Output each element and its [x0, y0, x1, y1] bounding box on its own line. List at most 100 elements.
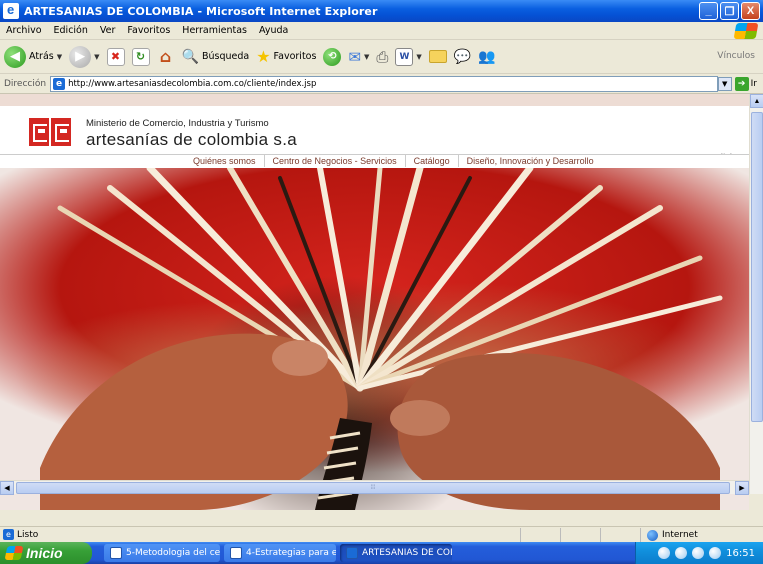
go-label: Ir: [750, 78, 757, 89]
taskbar: Inicio 5-Metodologia del ce... 4-Estrate…: [0, 542, 763, 564]
back-label: Atrás: [29, 51, 54, 62]
messenger-button[interactable]: 👥: [478, 49, 495, 65]
menu-bar: Archivo Edición Ver Favoritos Herramient…: [0, 22, 763, 40]
maximize-button[interactable]: ❐: [720, 2, 739, 20]
horizontal-scroll-thumb[interactable]: ⁞⁞⁞: [16, 482, 730, 494]
task-label: 5-Metodologia del ce...: [126, 548, 220, 558]
logo-mark-left: [29, 118, 49, 146]
back-button[interactable]: ◀ Atrás ▼: [4, 45, 62, 68]
left-thumb: [272, 340, 328, 376]
top-strip: [0, 94, 749, 106]
horizontal-scrollbar[interactable]: ◀ ⁞⁞⁞ ▶: [0, 480, 749, 495]
forward-button[interactable]: ▶ ▼: [69, 45, 100, 68]
mail-icon: ✉: [348, 47, 362, 66]
tray-help-icon[interactable]: [692, 547, 705, 559]
mail-button[interactable]: ✉ ▼: [348, 48, 369, 66]
history-icon: ⟲: [323, 47, 342, 66]
toolbar: ◀ Atrás ▼ ▶ ▼ ✖ ↻ ⌂ 🔍 Búsqueda ★ Favorit…: [0, 40, 763, 74]
window-title: ARTESANIAS DE COLOMBIA - Microsoft Inter…: [24, 4, 378, 18]
forward-arrow-icon: ▶: [69, 45, 92, 68]
menu-favoritos[interactable]: Favoritos: [121, 25, 176, 36]
minimize-button[interactable]: _: [699, 2, 718, 20]
address-url: http://www.artesaniasdecolombia.com.co/c…: [68, 78, 317, 89]
go-button[interactable]: ➔ Ir: [734, 76, 757, 91]
home-icon: ⌂: [159, 47, 172, 66]
close-button[interactable]: X: [741, 2, 760, 20]
menu-edicion[interactable]: Edición: [48, 25, 94, 36]
favorites-button[interactable]: ★ Favoritos: [256, 47, 316, 66]
tray-media-icon[interactable]: [675, 547, 688, 559]
clock[interactable]: 16:51: [726, 548, 755, 559]
status-divider: [600, 528, 601, 542]
site-header: Ministerio de Comercio, Industria y Turi…: [0, 106, 749, 163]
folder-icon: [428, 50, 447, 63]
system-tray: 16:51: [635, 542, 763, 564]
search-button[interactable]: 🔍 Búsqueda: [182, 49, 250, 65]
globe-icon: [647, 529, 658, 541]
nav-centro-negocios[interactable]: Centro de Negocios - Servicios: [265, 155, 406, 167]
print-icon: ⎙: [376, 47, 389, 66]
task-metodologia[interactable]: 5-Metodologia del ce...: [104, 544, 220, 562]
forward-dropdown-icon[interactable]: ▼: [94, 53, 99, 61]
word-doc-icon: [110, 547, 122, 559]
nav-diseno[interactable]: Diseño, Innovación y Desarrollo: [459, 155, 602, 167]
links-label[interactable]: Vínculos: [717, 51, 755, 61]
vertical-scrollbar[interactable]: ▲ ▼: [749, 94, 763, 510]
window-controls: _ ❐ X: [699, 2, 760, 20]
messenger-icon: 👥: [478, 48, 496, 65]
status-text: Listo: [17, 529, 39, 540]
back-dropdown-icon[interactable]: ▼: [57, 53, 62, 61]
status-bar: e Listo Internet: [0, 526, 763, 542]
address-input[interactable]: e http://www.artesaniasdecolombia.com.co…: [50, 75, 718, 92]
stop-button[interactable]: ✖: [106, 47, 125, 66]
history-button[interactable]: ⟲: [323, 47, 342, 66]
stop-icon: ✖: [106, 47, 125, 66]
discuss-button[interactable]: 💬: [454, 49, 471, 65]
logo-mark-right: [51, 118, 71, 146]
mail-dropdown-icon[interactable]: ▼: [364, 53, 369, 61]
search-label: Búsqueda: [201, 51, 250, 62]
back-arrow-icon: ◀: [4, 45, 26, 68]
address-label: Dirección: [4, 78, 47, 89]
weaving-hands-illustration: [40, 168, 723, 510]
site-nav: Quiénes somos Centro de Negocios - Servi…: [0, 154, 749, 168]
address-dropdown-icon[interactable]: ▼: [717, 76, 732, 91]
nav-quienes-somos[interactable]: Quiénes somos: [185, 155, 265, 167]
page-viewport: Ministerio de Comercio, Industria y Turi…: [0, 94, 749, 510]
hero-image: [0, 168, 749, 510]
edit-dropdown-icon[interactable]: ▼: [416, 53, 421, 61]
edit-button[interactable]: W ▼: [395, 47, 422, 66]
artesanias-logo[interactable]: [29, 118, 71, 146]
tray-network-icon[interactable]: [658, 547, 671, 559]
status-divider: [560, 528, 561, 542]
scroll-left-icon[interactable]: ◀: [0, 481, 14, 495]
scroll-up-icon[interactable]: ▲: [750, 94, 763, 108]
address-bar: Dirección e http://www.artesaniasdecolom…: [0, 74, 763, 94]
ie-task-icon: [346, 547, 358, 559]
print-button[interactable]: ⎙: [376, 48, 388, 66]
ie-icon: [3, 2, 19, 19]
menu-archivo[interactable]: Archivo: [0, 25, 48, 36]
brand-title: artesanías de colombia s.a: [86, 130, 297, 149]
star-icon: ★: [256, 47, 271, 66]
refresh-icon: ↻: [131, 47, 150, 66]
nav-catalogo[interactable]: Catálogo: [406, 155, 459, 167]
discuss-icon: 💬: [453, 48, 472, 65]
vertical-scroll-thumb[interactable]: [751, 112, 763, 422]
scroll-right-icon[interactable]: ▶: [735, 481, 749, 495]
ministry-text: Ministerio de Comercio, Industria y Turi…: [86, 118, 269, 129]
search-icon: 🔍: [181, 48, 199, 65]
task-label: ARTESANIAS DE COL...: [362, 548, 452, 558]
start-button[interactable]: Inicio: [0, 542, 92, 564]
menu-ver[interactable]: Ver: [94, 25, 122, 36]
task-estrategias[interactable]: 4-Estrategias para el ...: [224, 544, 336, 562]
refresh-button[interactable]: ↻: [131, 47, 150, 66]
task-artesanias[interactable]: ARTESANIAS DE COL...: [340, 544, 452, 562]
start-label: Inicio: [26, 545, 63, 561]
zone-label: Internet: [662, 530, 698, 540]
menu-herramientas[interactable]: Herramientas: [176, 25, 253, 36]
folder-button[interactable]: [428, 50, 447, 63]
menu-ayuda[interactable]: Ayuda: [253, 25, 294, 36]
tray-volume-icon[interactable]: [709, 547, 722, 559]
home-button[interactable]: ⌂: [157, 47, 175, 66]
